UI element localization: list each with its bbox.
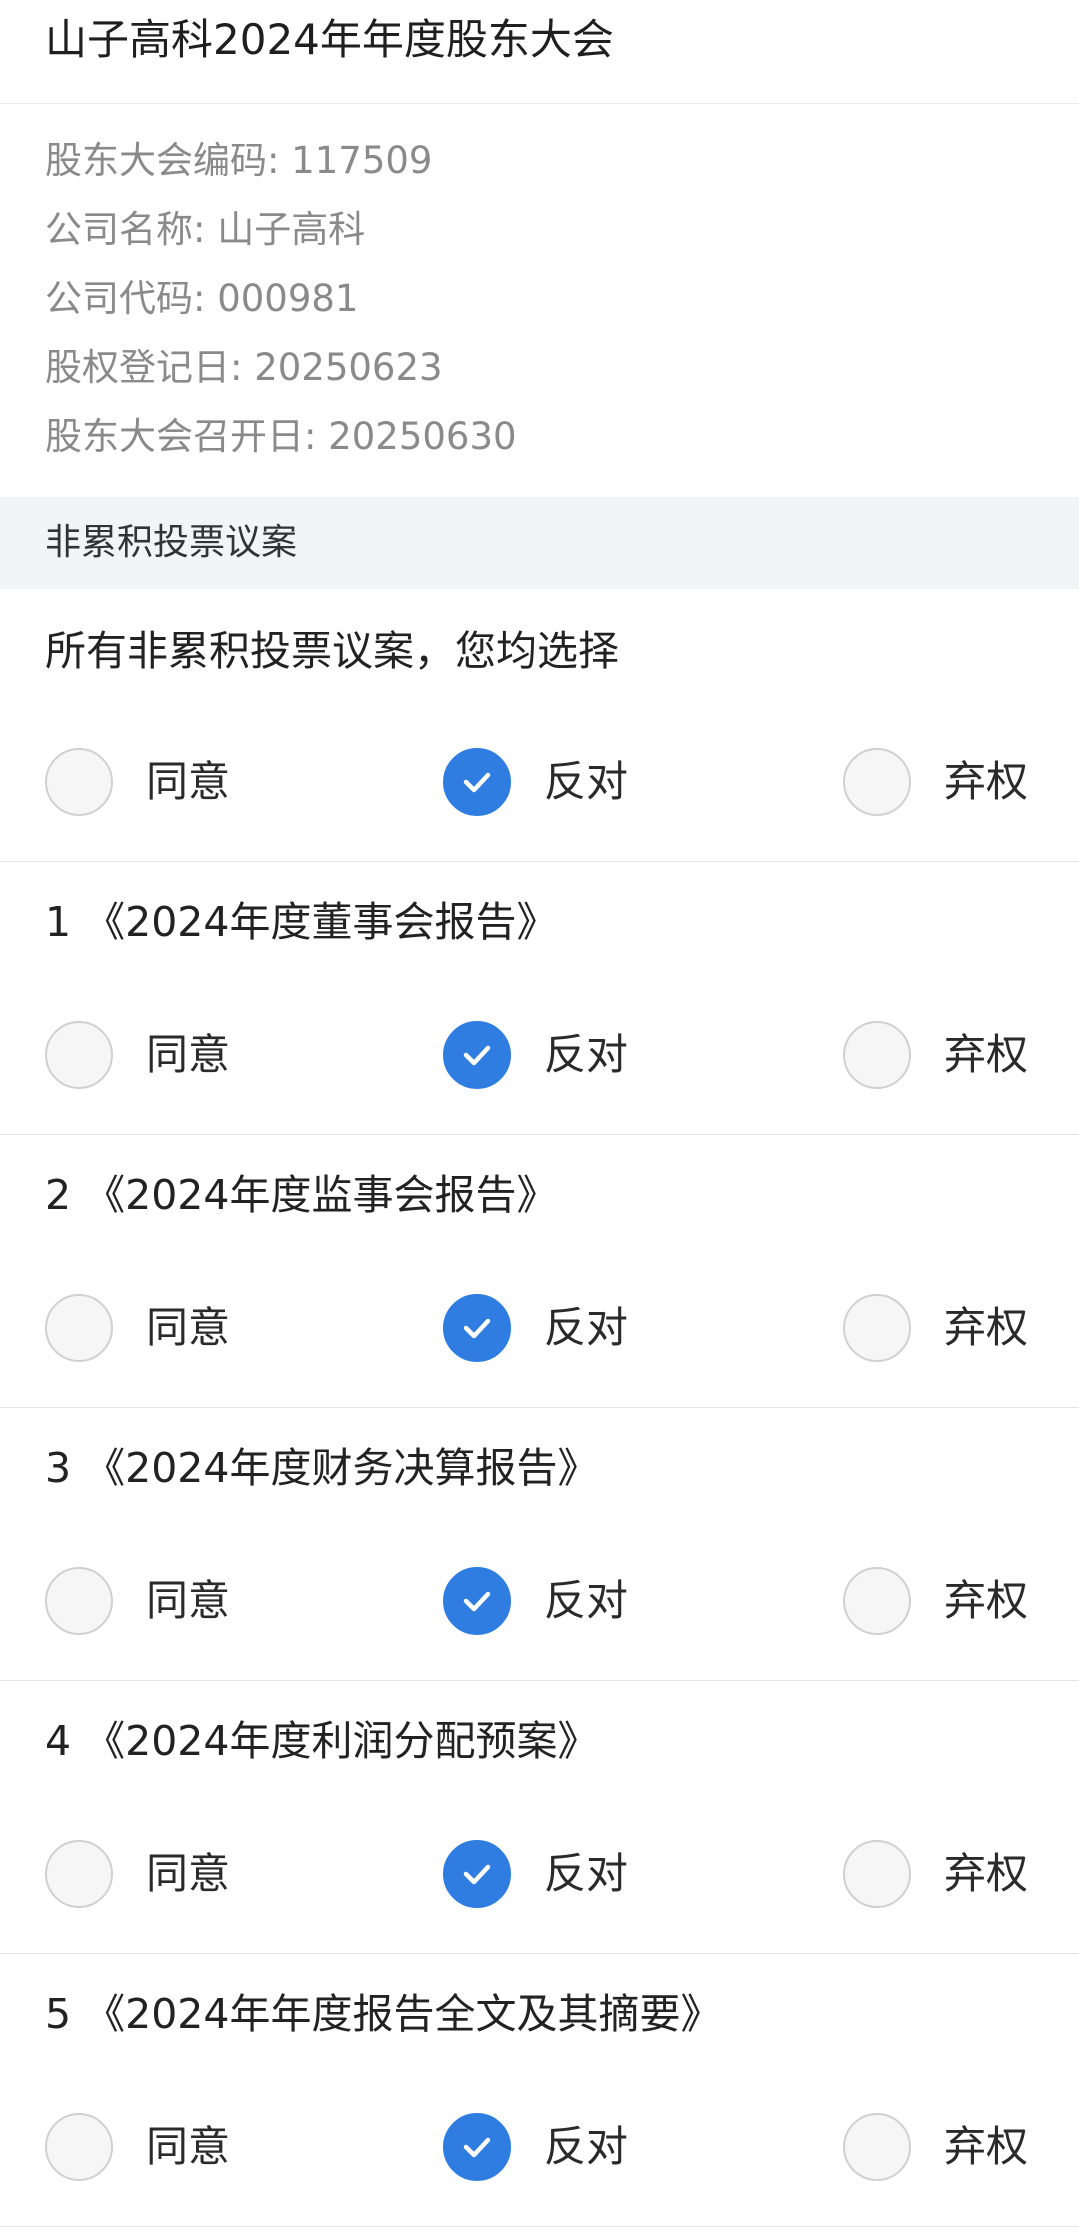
check-icon	[463, 772, 491, 793]
agree-option[interactable]: 同意	[45, 1292, 230, 1364]
meeting-date: 股东大会召开日: 20250630	[45, 415, 517, 458]
proposal-item: 5 《2024年年度报告全文及其摘要》同意 反对 弃权	[0, 1954, 1079, 2227]
abstain-option[interactable]: 弃权	[843, 1292, 1028, 1364]
vote-options: 同意 反对 弃权	[0, 2111, 1079, 2183]
check-icon	[463, 1318, 491, 1339]
proposal-title: 1 《2024年度董事会报告》	[45, 898, 558, 946]
check-icon	[463, 2137, 491, 2158]
agree-option[interactable]: 同意	[45, 2111, 230, 2183]
radio-abstain[interactable]	[843, 2113, 911, 2181]
radio-agree[interactable]	[45, 1567, 113, 1635]
radio-abstain[interactable]	[843, 1840, 911, 1908]
radio-agree[interactable]	[45, 748, 113, 816]
radio-agree[interactable]	[45, 1294, 113, 1362]
radio-oppose[interactable]	[443, 1567, 511, 1635]
proposal-list: 1 《2024年度董事会报告》 同意 反对 弃权 2 《2024年度监事会报告》 同意 反对…	[0, 862, 1079, 2227]
proposal-item: 3 《2024年度财务决算报告》同意 反对 弃权	[0, 1408, 1079, 1681]
radio-oppose[interactable]	[443, 1840, 511, 1908]
check-icon	[463, 1864, 491, 1885]
oppose-label: 反对	[544, 1576, 629, 1625]
proposal-title: 4 《2024年度利润分配预案》	[45, 1717, 599, 1765]
radio-agree[interactable]	[45, 1021, 113, 1089]
radio-agree[interactable]	[45, 1840, 113, 1908]
agree-option[interactable]: 同意	[45, 1565, 230, 1637]
oppose-label: 反对	[544, 757, 629, 806]
vote-options: 同意 反对 弃权	[0, 1019, 1079, 1091]
all-proposals-choice: 所有非累积投票议案，您均选择 同意 反对 弃权	[0, 589, 1079, 862]
abstain-option[interactable]: 弃权	[843, 1565, 1028, 1637]
proposal-title: 5 《2024年年度报告全文及其摘要》	[45, 1990, 722, 2038]
radio-oppose[interactable]	[443, 1294, 511, 1362]
radio-agree[interactable]	[45, 2113, 113, 2181]
agree-option[interactable]: 同意	[45, 746, 230, 818]
abstain-label: 弃权	[944, 1849, 1029, 1898]
proposal-title: 2 《2024年度监事会报告》	[45, 1171, 558, 1219]
abstain-label: 弃权	[944, 1576, 1029, 1625]
abstain-label: 弃权	[944, 757, 1029, 806]
agree-label: 同意	[146, 1576, 231, 1625]
radio-abstain[interactable]	[843, 1567, 911, 1635]
vote-options: 同意 反对 弃权	[0, 1292, 1079, 1364]
oppose-option[interactable]: 反对	[443, 1838, 628, 1910]
agree-option[interactable]: 同意	[45, 1019, 230, 1091]
radio-oppose[interactable]	[443, 2113, 511, 2181]
oppose-option[interactable]: 反对	[443, 1019, 628, 1091]
agree-label: 同意	[146, 2122, 231, 2171]
abstain-option[interactable]: 弃权	[843, 1019, 1028, 1091]
check-icon	[463, 1591, 491, 1612]
abstain-option[interactable]: 弃权	[843, 1838, 1028, 1910]
proposal-item: 4 《2024年度利润分配预案》同意 反对 弃权	[0, 1681, 1079, 1954]
radio-abstain[interactable]	[843, 748, 911, 816]
proposal-item: 2 《2024年度监事会报告》同意 反对 弃权	[0, 1135, 1079, 1408]
abstain-label: 弃权	[944, 2122, 1029, 2171]
abstain-label: 弃权	[944, 1303, 1029, 1352]
agree-label: 同意	[146, 1303, 231, 1352]
agree-option[interactable]: 同意	[45, 1838, 230, 1910]
agree-label: 同意	[146, 1030, 231, 1079]
abstain-option[interactable]: 弃权	[843, 2111, 1028, 2183]
oppose-option[interactable]: 反对	[443, 2111, 628, 2183]
oppose-label: 反对	[544, 1030, 629, 1079]
agree-label: 同意	[146, 1849, 231, 1898]
vote-options: 同意 反对 弃权	[0, 746, 1079, 818]
vote-options: 同意 反对 弃权	[0, 1838, 1079, 1910]
page-title: 山子高科2024年年度股东大会	[0, 0, 1079, 104]
agree-label: 同意	[146, 757, 231, 806]
oppose-label: 反对	[544, 1849, 629, 1898]
oppose-label: 反对	[544, 1303, 629, 1352]
abstain-label: 弃权	[944, 1030, 1029, 1079]
vote-options: 同意 反对 弃权	[0, 1565, 1079, 1637]
record-date: 股权登记日: 20250623	[45, 346, 443, 389]
abstain-option[interactable]: 弃权	[843, 746, 1028, 818]
radio-oppose[interactable]	[443, 1021, 511, 1089]
meeting-code: 股东大会编码: 117509	[45, 139, 433, 182]
radio-abstain[interactable]	[843, 1294, 911, 1362]
proposal-item: 1 《2024年度董事会报告》同意 反对 弃权	[0, 862, 1079, 1135]
oppose-option[interactable]: 反对	[443, 1565, 628, 1637]
company-name: 公司名称: 山子高科	[45, 208, 366, 251]
oppose-label: 反对	[544, 2122, 629, 2171]
section-header: 非累积投票议案	[0, 497, 1079, 589]
proposal-title: 3 《2024年度财务决算报告》	[45, 1444, 599, 1492]
company-code: 公司代码: 000981	[45, 277, 359, 320]
oppose-option[interactable]: 反对	[443, 746, 628, 818]
all-proposals-label: 所有非累积投票议案，您均选择	[45, 627, 619, 675]
oppose-option[interactable]: 反对	[443, 1292, 628, 1364]
radio-abstain[interactable]	[843, 1021, 911, 1089]
meeting-info: 股东大会编码: 117509 公司名称: 山子高科 公司代码: 000981 股…	[0, 104, 1079, 497]
radio-oppose[interactable]	[443, 748, 511, 816]
check-icon	[463, 1045, 491, 1066]
